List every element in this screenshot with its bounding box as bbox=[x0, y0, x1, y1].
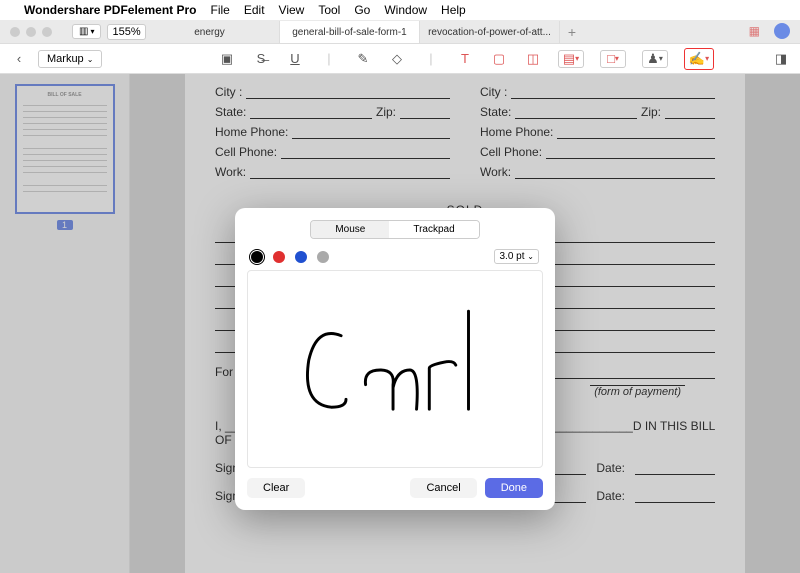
menu-window[interactable]: Window bbox=[384, 3, 427, 17]
menu-file[interactable]: File bbox=[211, 3, 230, 17]
tab-energy[interactable]: energy bbox=[140, 21, 280, 43]
tab-bill-of-sale[interactable]: general-bill-of-sale-form-1 bbox=[280, 21, 420, 43]
input-method-segmented: Mouse Trackpad bbox=[247, 220, 543, 239]
signature-canvas[interactable] bbox=[247, 270, 543, 468]
separator-1: | bbox=[320, 50, 338, 68]
underline-icon[interactable]: U bbox=[286, 50, 304, 68]
seg-mouse[interactable]: Mouse bbox=[311, 221, 389, 238]
maximize-window-icon[interactable] bbox=[42, 27, 52, 37]
strikethrough-icon[interactable]: S̶ bbox=[252, 50, 270, 68]
minimize-window-icon[interactable] bbox=[26, 27, 36, 37]
pencil-icon[interactable]: ✎ bbox=[354, 50, 372, 68]
sidebar-toggle-button[interactable]: ▥▾ bbox=[72, 24, 101, 39]
user-avatar[interactable] bbox=[774, 23, 790, 39]
seg-trackpad[interactable]: Trackpad bbox=[389, 221, 478, 238]
back-icon[interactable]: ‹ bbox=[10, 50, 28, 68]
color-blue[interactable] bbox=[295, 251, 307, 263]
done-button[interactable]: Done bbox=[485, 478, 543, 498]
text-icon[interactable]: T bbox=[456, 50, 474, 68]
menu-help[interactable]: Help bbox=[441, 3, 466, 17]
highlight-icon[interactable]: ▣ bbox=[218, 50, 236, 68]
menu-go[interactable]: Go bbox=[354, 3, 370, 17]
markup-dropdown[interactable]: Markup ⌄ bbox=[38, 50, 102, 68]
note-icon[interactable]: ▤▾ bbox=[558, 50, 584, 68]
tab-revocation[interactable]: revocation-of-power-of-att... bbox=[420, 21, 560, 43]
textbox-icon[interactable]: ▢ bbox=[490, 50, 508, 68]
stamp-icon[interactable]: ♟▾ bbox=[642, 50, 668, 68]
signature-dialog: Mouse Trackpad 3.0 pt ⌄ Clear bbox=[235, 208, 555, 510]
shape-icon[interactable]: □▾ bbox=[600, 50, 626, 68]
close-window-icon[interactable] bbox=[10, 27, 20, 37]
color-black[interactable] bbox=[251, 251, 263, 263]
eraser-icon[interactable]: ◇ bbox=[388, 50, 406, 68]
menubar: Wondershare PDFelement Pro File Edit Vie… bbox=[0, 0, 800, 20]
callout-icon[interactable]: ◫ bbox=[524, 50, 542, 68]
apps-grid-icon[interactable]: ▦ bbox=[749, 24, 760, 38]
app-name[interactable]: Wondershare PDFelement Pro bbox=[24, 3, 197, 17]
color-red[interactable] bbox=[273, 251, 285, 263]
cancel-button[interactable]: Cancel bbox=[410, 478, 476, 498]
menu-tool[interactable]: Tool bbox=[318, 3, 340, 17]
signature-drawing bbox=[248, 271, 542, 467]
signature-options: 3.0 pt ⌄ bbox=[247, 249, 543, 264]
app-window: ▥▾ 155% energy general-bill-of-sale-form… bbox=[0, 20, 800, 573]
menu-edit[interactable]: Edit bbox=[244, 3, 265, 17]
add-tab-button[interactable]: + bbox=[560, 24, 584, 40]
dialog-buttons: Clear Cancel Done bbox=[247, 478, 543, 498]
stroke-width-select[interactable]: 3.0 pt ⌄ bbox=[494, 249, 539, 264]
menu-view[interactable]: View bbox=[279, 3, 305, 17]
clear-button[interactable]: Clear bbox=[247, 478, 305, 498]
color-gray[interactable] bbox=[317, 251, 329, 263]
separator-2: | bbox=[422, 50, 440, 68]
markup-toolbar: ‹ Markup ⌄ ▣ S̶ U | ✎ ◇ | T ▢ ◫ ▤▾ □▾ ♟▾… bbox=[0, 44, 800, 74]
document-tabs: energy general-bill-of-sale-form-1 revoc… bbox=[140, 20, 760, 44]
titlebar: ▥▾ 155% energy general-bill-of-sale-form… bbox=[0, 20, 800, 44]
panel-toggle-icon[interactable]: ◨ bbox=[772, 50, 790, 68]
signature-icon[interactable]: ✍▾ bbox=[684, 48, 714, 70]
